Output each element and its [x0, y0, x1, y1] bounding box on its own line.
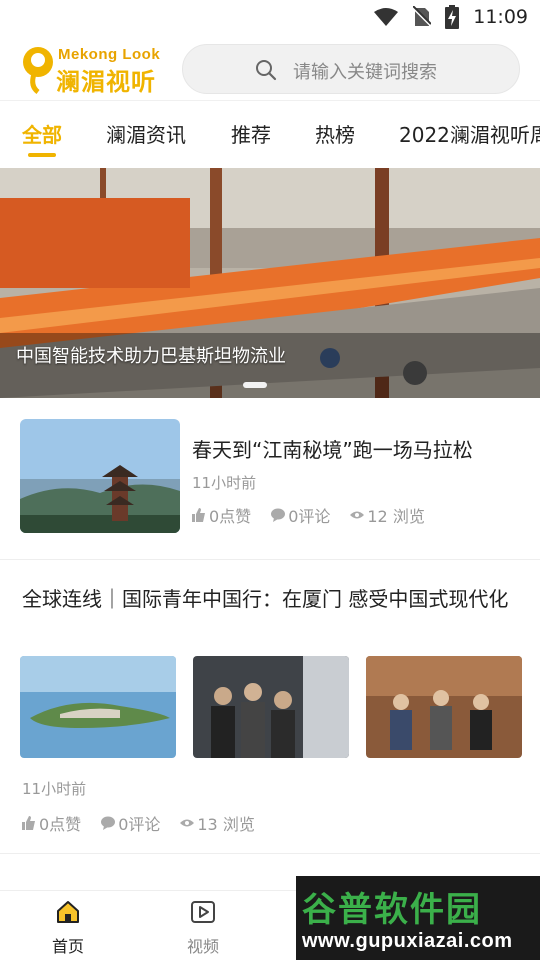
- article-time: 11小时前: [22, 780, 87, 798]
- article-image: [193, 656, 349, 758]
- search-placeholder: 请输入关键词搜索: [293, 62, 437, 83]
- comment-count[interactable]: 0评论: [271, 503, 330, 527]
- wifi-icon: [374, 8, 399, 26]
- article-image: [366, 656, 522, 758]
- search-bar[interactable]: 请输入关键词搜索: [182, 44, 520, 94]
- status-bar: 11:09: [0, 0, 540, 36]
- tab-mekong-news[interactable]: 澜湄资讯: [106, 119, 186, 148]
- home-icon: [57, 901, 79, 923]
- logo-mark-icon: [23, 47, 53, 94]
- eye-icon: [350, 511, 365, 519]
- app-logo[interactable]: Mekong Look 澜湄视听: [20, 42, 170, 96]
- video-icon: [191, 901, 215, 923]
- category-tabs: 全部 澜湄资讯 推荐 热榜 2022澜湄视听周: [0, 100, 540, 168]
- view-count: 13 浏览: [180, 811, 255, 835]
- clock: 11:09: [473, 6, 528, 28]
- carousel-indicator: [243, 382, 267, 388]
- logo-chinese-text: 澜湄视听: [56, 68, 156, 96]
- comment-icon: [101, 816, 116, 830]
- article-time: 11小时前: [192, 474, 257, 492]
- crowd-image: [193, 656, 349, 758]
- banner-carousel[interactable]: 中国智能技术助力巴基斯坦物流业: [0, 168, 540, 398]
- pagoda-image: [20, 419, 180, 533]
- watermark-brand: 谷普软件园: [302, 890, 482, 930]
- tab-all[interactable]: 全部: [22, 119, 62, 148]
- article-stats: 0点赞 0评论 13 浏览: [22, 811, 275, 835]
- article-image: [20, 656, 176, 758]
- nav-video-label: 视频: [186, 937, 219, 956]
- banner-caption: 中国智能技术助力巴基斯坦物流业: [16, 346, 286, 367]
- nav-home-label: 首页: [51, 937, 84, 956]
- view-count: 12 浏览: [350, 503, 425, 527]
- watermark-url: www.gupuxiazai.com: [302, 930, 513, 952]
- gathering-image: [366, 656, 522, 758]
- comment-icon: [271, 508, 286, 522]
- article-thumbnail: [20, 419, 180, 533]
- active-tab-indicator: [28, 153, 56, 157]
- thumbs-up-icon: [22, 816, 35, 830]
- like-count[interactable]: 0点赞: [192, 503, 251, 527]
- tab-2022-week[interactable]: 2022澜湄视听周: [399, 119, 540, 148]
- header: Mekong Look 澜湄视听 请输入关键词搜索: [0, 36, 540, 100]
- news-item[interactable]: 全球连线｜国际青年中国行：在厦门 感受中国式现代化 11小时前 0点赞 0评论 …: [0, 560, 540, 854]
- article-title: 春天到“江南秘境”跑一场马拉松: [192, 438, 473, 462]
- comment-count[interactable]: 0评论: [101, 811, 160, 835]
- nav-video[interactable]: 视频: [163, 899, 243, 957]
- article-title: 全球连线｜国际青年中国行：在厦门 感受中国式现代化: [22, 587, 509, 611]
- tab-recommend[interactable]: 推荐: [231, 119, 271, 148]
- article-image-grid: [20, 656, 522, 758]
- article-stats: 0点赞 0评论 12 浏览: [192, 503, 445, 527]
- thumbs-up-icon: [192, 508, 205, 522]
- battery-charging-icon: [445, 5, 460, 29]
- no-sim-icon: [413, 6, 432, 27]
- eye-icon: [180, 819, 195, 827]
- nav-home[interactable]: 首页: [28, 899, 108, 957]
- like-count[interactable]: 0点赞: [22, 811, 81, 835]
- island-image: [20, 656, 176, 758]
- logo-english-text: Mekong Look: [58, 46, 161, 63]
- watermark: 谷普软件园 www.gupuxiazai.com: [296, 876, 540, 960]
- search-icon: [256, 60, 277, 81]
- tab-hot-list[interactable]: 热榜: [315, 119, 355, 148]
- news-item[interactable]: 春天到“江南秘境”跑一场马拉松 11小时前 0点赞 0评论 12 浏览: [0, 398, 540, 560]
